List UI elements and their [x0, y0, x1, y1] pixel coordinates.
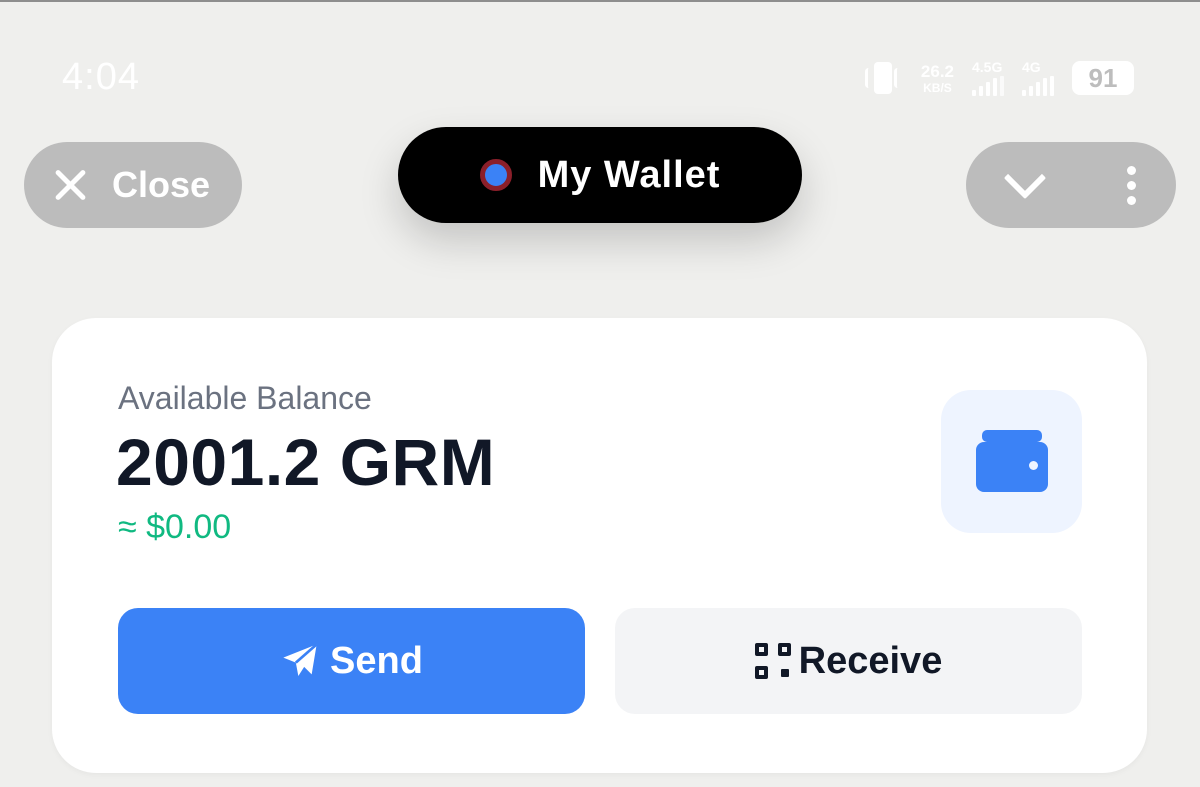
close-icon [52, 167, 88, 203]
close-label: Close [112, 164, 211, 205]
signal-4-5g: 4.5G [972, 60, 1004, 96]
battery-indicator: 91 [1072, 61, 1134, 95]
send-label: Send [330, 639, 423, 682]
app-title: My Wallet [537, 153, 721, 196]
chevron-down-icon[interactable] [996, 155, 1056, 215]
balance-label: Available Balance [118, 380, 372, 416]
signal-4g: 4G [1022, 60, 1054, 96]
top-divider [0, 0, 1200, 2]
balance-amount: 2001.2 GRM [116, 425, 496, 499]
status-indicators: 26.2 KB/S 4.5G 4G 91 [863, 58, 1134, 98]
network-speed: 26.2 KB/S [921, 63, 954, 94]
more-vertical-icon[interactable] [1127, 165, 1136, 205]
send-button[interactable]: Send [118, 608, 585, 714]
app-title-pill: My Wallet [398, 127, 802, 223]
receive-button[interactable]: Receive [615, 608, 1082, 714]
balance-fiat-value: ≈ $0.00 [118, 508, 232, 546]
signal-bars-icon [1022, 76, 1054, 96]
network-speed-unit: KB/S [923, 80, 952, 95]
status-time: 4:04 [62, 56, 140, 98]
signal-bars-icon [972, 76, 1004, 96]
signal-4-5g-label: 4.5G [972, 59, 1003, 75]
vibrate-icon [863, 60, 903, 96]
receive-label: Receive [798, 639, 943, 682]
signal-4g-label: 4G [1022, 59, 1041, 75]
paper-plane-icon [283, 643, 318, 676]
network-speed-value: 26.2 [920, 61, 954, 81]
wallet-icon [976, 430, 1048, 492]
header-menu-pill [966, 142, 1176, 228]
qr-code-icon [754, 643, 791, 679]
balance-card: Available Balance 2001.2 GRM ≈ $0.00 Sen… [52, 318, 1147, 773]
status-dot-icon [479, 159, 512, 191]
wallet-icon-tile [941, 390, 1082, 533]
close-button[interactable]: Close [24, 142, 242, 228]
